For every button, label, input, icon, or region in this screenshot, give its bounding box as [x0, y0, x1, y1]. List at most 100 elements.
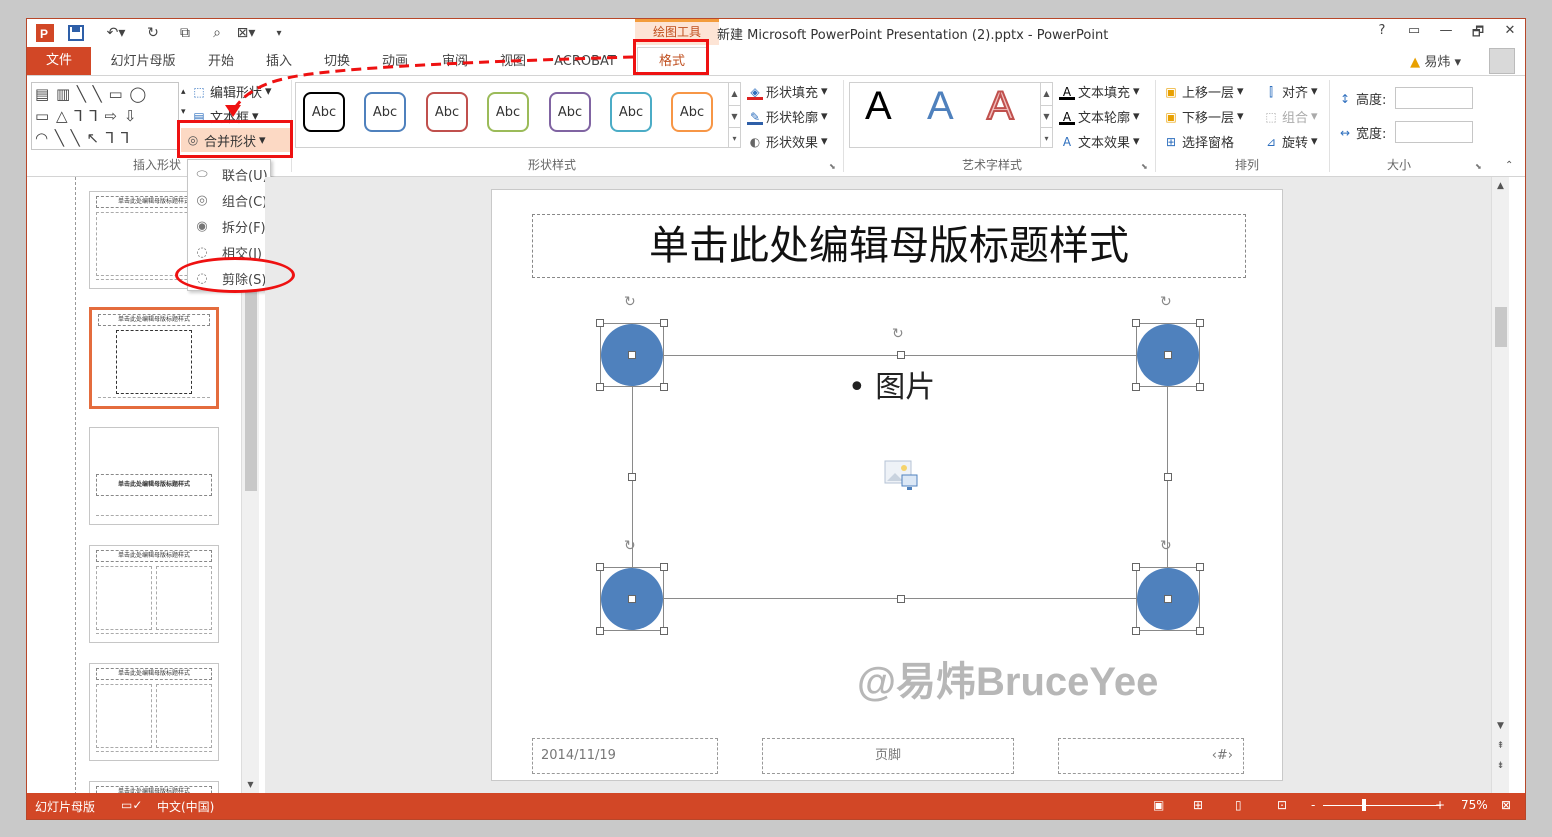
resize-handle[interactable]	[1196, 627, 1204, 635]
resize-handle[interactable]	[1196, 319, 1204, 327]
thumbnail-title: 单击此处编辑母版标题样式	[96, 474, 212, 496]
union-icon: ⬭	[196, 166, 208, 182]
zoom-slider[interactable]	[1323, 805, 1441, 806]
resize-handle[interactable]	[628, 473, 636, 481]
resize-handle[interactable]	[596, 563, 604, 571]
group-separator	[1155, 80, 1156, 172]
normal-view-icon[interactable]: ▣	[1153, 798, 1164, 812]
wordart-style-red-outline[interactable]: A	[986, 83, 1015, 129]
rotate-handle-icon[interactable]: ↻	[892, 326, 904, 342]
group-label-size: 大小	[1386, 158, 1411, 172]
dialog-launcher-icon[interactable]: ⬊	[829, 162, 836, 171]
resize-handle[interactable]	[596, 383, 604, 391]
resize-handle[interactable]	[628, 351, 636, 359]
slide-thumbnail-selected[interactable]: 单击此处编辑母版标题样式	[89, 307, 219, 409]
resize-handle[interactable]	[897, 351, 905, 359]
slide-thumbnail[interactable]: 单击此处编辑母版标题样式	[89, 545, 219, 643]
resize-handle[interactable]	[897, 595, 905, 603]
wordart-style-black[interactable]: A	[865, 84, 892, 129]
resize-handle[interactable]	[628, 595, 636, 603]
resize-handle[interactable]	[1196, 563, 1204, 571]
slide-sorter-icon[interactable]: ⊞	[1193, 798, 1203, 812]
next-slide-icon[interactable]: ⇟	[1492, 759, 1509, 773]
title-placeholder[interactable]: 单击此处编辑母版标题样式	[532, 214, 1246, 278]
scrollbar-thumb[interactable]	[1495, 307, 1507, 347]
menu-item-fragment[interactable]: ◉ 拆分(F)	[188, 214, 272, 238]
slide-thumbnail[interactable]: 单击此处编辑母版标题样式	[89, 427, 219, 525]
ribbon-display-button[interactable]: ▭	[1403, 23, 1425, 43]
rotate-button[interactable]: ⊿ 旋转 ▾	[1263, 132, 1318, 151]
bullet-text[interactable]: • 图片	[848, 362, 935, 406]
collapse-ribbon-icon[interactable]: ⌃	[1505, 160, 1513, 171]
text-outline-button[interactable]: A 文本轮廓 ▾	[1059, 107, 1140, 126]
zoom-level[interactable]: 75%	[1461, 798, 1488, 812]
close-button[interactable]: ✕	[1499, 23, 1521, 43]
zoom-out-button[interactable]: -	[1311, 798, 1315, 812]
rotate-handle-icon[interactable]: ↻	[624, 294, 636, 310]
resize-handle[interactable]	[1132, 319, 1140, 327]
text-outline-label: 文本轮廓	[1078, 111, 1131, 126]
resize-handle[interactable]	[1164, 473, 1172, 481]
shape-fill-button[interactable]: ◈ 形状填充 ▾	[747, 82, 828, 101]
gallery-down-icon[interactable]: ▼	[1040, 105, 1052, 127]
resize-handle[interactable]	[660, 383, 668, 391]
gallery-down-icon[interactable]: ▼	[728, 105, 740, 127]
gallery-up-icon[interactable]: ▲	[728, 83, 740, 105]
resize-handle[interactable]	[1196, 383, 1204, 391]
spell-check-icon[interactable]: ▭✓	[121, 798, 142, 812]
group-button[interactable]: ⬚ 组合 ▾	[1263, 107, 1317, 126]
resize-handle[interactable]	[1132, 563, 1140, 571]
resize-handle[interactable]	[1164, 595, 1172, 603]
restore-button[interactable]: 🗗	[1467, 23, 1489, 43]
resize-handle[interactable]	[596, 319, 604, 327]
zoom-in-button[interactable]: +	[1435, 798, 1445, 812]
resize-handle[interactable]	[660, 319, 668, 327]
resize-handle[interactable]	[660, 627, 668, 635]
date-placeholder[interactable]: 2014/11/19	[532, 738, 718, 774]
resize-handle[interactable]	[1164, 351, 1172, 359]
text-effects-button[interactable]: A 文本效果 ▾	[1059, 132, 1140, 151]
gallery-more-icon[interactable]: ▾	[728, 127, 740, 148]
shape-outline-button[interactable]: ✎ 形状轮廓 ▾	[747, 107, 828, 126]
send-backward-button[interactable]: ▣ 下移一层 ▾	[1163, 107, 1243, 126]
slideshow-view-icon[interactable]: ⊡	[1277, 798, 1287, 812]
gallery-more-icon[interactable]: ▾	[1040, 127, 1052, 148]
rotate-handle-icon[interactable]: ↻	[624, 538, 636, 554]
align-button[interactable]: ⫿ 对齐 ▾	[1263, 82, 1317, 101]
rotate-handle-icon[interactable]: ↻	[1160, 538, 1172, 554]
dialog-launcher-icon[interactable]: ⬊	[1141, 162, 1148, 171]
scroll-down-icon[interactable]: ▼	[1492, 719, 1509, 733]
language-status[interactable]: 中文(中国)	[157, 798, 214, 815]
wordart-style-blue[interactable]: A	[927, 84, 954, 129]
rotate-handle-icon[interactable]: ↻	[1160, 294, 1172, 310]
bring-forward-button[interactable]: ▣ 上移一层 ▾	[1163, 82, 1243, 101]
resize-handle[interactable]	[1132, 383, 1140, 391]
canvas-scrollbar[interactable]: ▲ ▼ ⇞ ⇟	[1491, 177, 1509, 795]
slide-thumbnail[interactable]: 单击此处编辑母版标题样式	[89, 663, 219, 761]
slide-number-placeholder[interactable]: ‹#›	[1058, 738, 1244, 774]
footer-placeholder[interactable]: 页脚	[762, 738, 1014, 774]
scroll-up-icon[interactable]: ▲	[1492, 179, 1509, 193]
resize-handle[interactable]	[596, 627, 604, 635]
selection-pane-button[interactable]: ⊞ 选择窗格	[1163, 132, 1234, 152]
previous-slide-icon[interactable]: ⇞	[1492, 739, 1509, 753]
scroll-down-icon[interactable]: ▼	[242, 777, 259, 793]
gallery-up-icon[interactable]: ▲	[1040, 83, 1052, 105]
fit-to-window-icon[interactable]: ⊠	[1501, 798, 1511, 812]
text-fill-button[interactable]: A 文本填充 ▾	[1059, 82, 1140, 101]
resize-handle[interactable]	[660, 563, 668, 571]
help-button[interactable]: ?	[1371, 23, 1393, 43]
shape-effects-button[interactable]: ◐ 形状效果 ▾	[747, 132, 828, 151]
height-input[interactable]	[1395, 87, 1473, 109]
picture-placeholder-icon[interactable]	[884, 460, 918, 492]
menu-item-combine[interactable]: ◎ 组合(C)	[188, 188, 272, 212]
user-account[interactable]: ▲ 易炜 ▾	[1410, 51, 1461, 70]
dialog-launcher-icon[interactable]: ⬊	[1475, 162, 1482, 171]
resize-handle[interactable]	[1132, 627, 1140, 635]
menu-item-union[interactable]: ⬭ 联合(U)	[188, 162, 272, 186]
reading-view-icon[interactable]: ▯	[1235, 798, 1242, 812]
width-input[interactable]	[1395, 121, 1473, 143]
zoom-slider-knob[interactable]	[1362, 799, 1366, 811]
minimize-button[interactable]: —	[1435, 23, 1457, 43]
avatar[interactable]	[1489, 48, 1515, 74]
